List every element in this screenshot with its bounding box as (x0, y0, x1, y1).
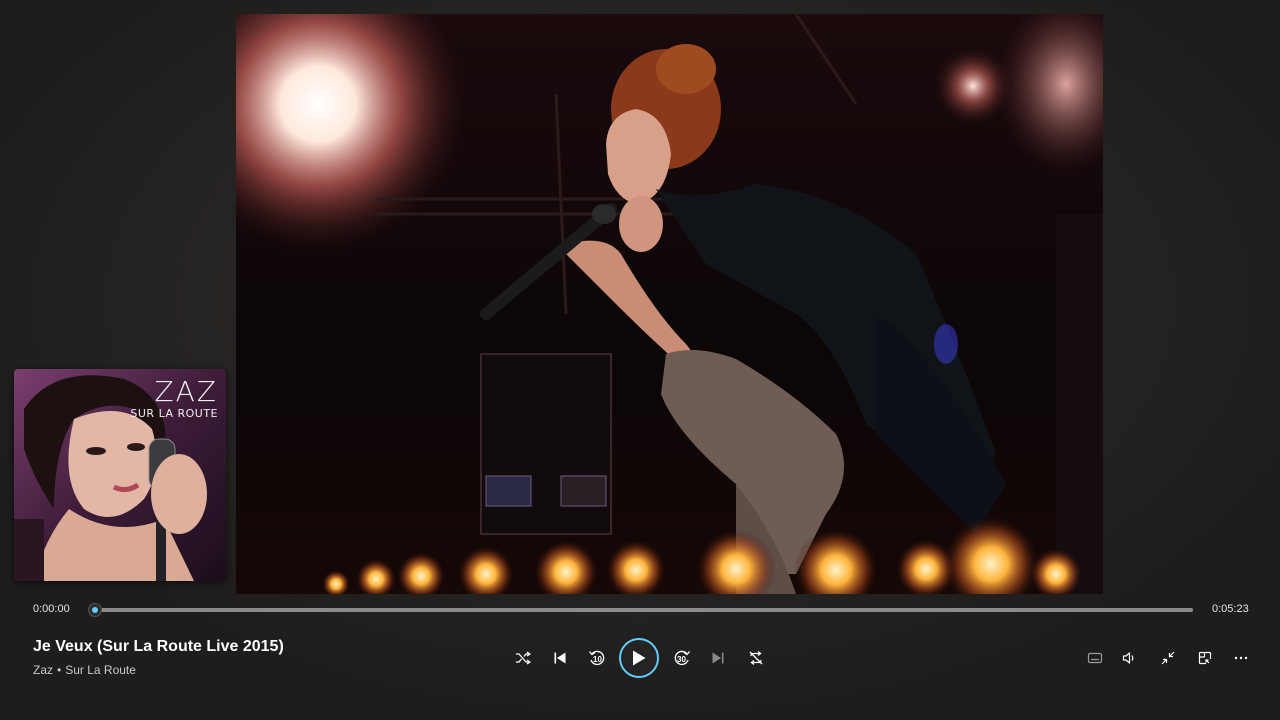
rewind-seconds-label: 10 (593, 655, 602, 664)
volume-icon (1122, 652, 1134, 664)
rewind-button[interactable]: 10 (582, 643, 612, 673)
more-options-button[interactable] (1226, 643, 1256, 673)
volume-button[interactable] (1114, 643, 1144, 673)
shuffle-icon (516, 651, 531, 665)
fast-forward-button[interactable]: 30 (667, 643, 697, 673)
current-time: 0:00:00 (33, 603, 70, 615)
track-meta: Zaz • Sur La Route (33, 663, 136, 677)
mini-player-button[interactable] (1190, 643, 1220, 673)
shuffle-button[interactable] (508, 643, 538, 673)
album-name[interactable]: Sur La Route (65, 663, 136, 677)
seek-bar[interactable] (95, 608, 1193, 612)
track-title[interactable]: Je Veux (Sur La Route Live 2015) (33, 638, 284, 656)
play-button[interactable] (619, 638, 659, 678)
video-frame[interactable] (236, 14, 1103, 594)
total-time: 0:05:23 (1212, 603, 1249, 615)
previous-button[interactable] (545, 643, 575, 673)
album-art-subtitle: SUR LA ROUTE (130, 407, 218, 420)
exit-full-screen-icon (1161, 651, 1175, 665)
artist-name[interactable]: Zaz (33, 663, 53, 677)
more-icon (1234, 656, 1248, 660)
repeat-button[interactable] (741, 643, 771, 673)
media-player-window: ZAZ SUR LA ROUTE 0:00:00 0:05:23 Je Veux… (0, 0, 1280, 720)
forward-seconds-label: 30 (677, 655, 686, 664)
next-icon (712, 652, 724, 664)
forward-30-icon: 30 (674, 650, 690, 666)
meta-separator: • (57, 663, 62, 677)
concert-photo (236, 14, 1103, 594)
repeat-off-icon (749, 650, 763, 666)
album-art-title: ZAZ (154, 375, 218, 408)
album-art[interactable]: ZAZ SUR LA ROUTE (14, 369, 226, 581)
exit-full-screen-button[interactable] (1153, 643, 1183, 673)
captions-button[interactable] (1080, 643, 1110, 673)
next-button[interactable] (703, 643, 733, 673)
seek-bar-thumb[interactable] (89, 604, 101, 616)
play-icon (633, 650, 646, 666)
rewind-10-icon: 10 (589, 650, 605, 666)
mini-player-icon (1198, 651, 1212, 665)
captions-icon (1087, 652, 1103, 664)
previous-icon (554, 652, 566, 664)
